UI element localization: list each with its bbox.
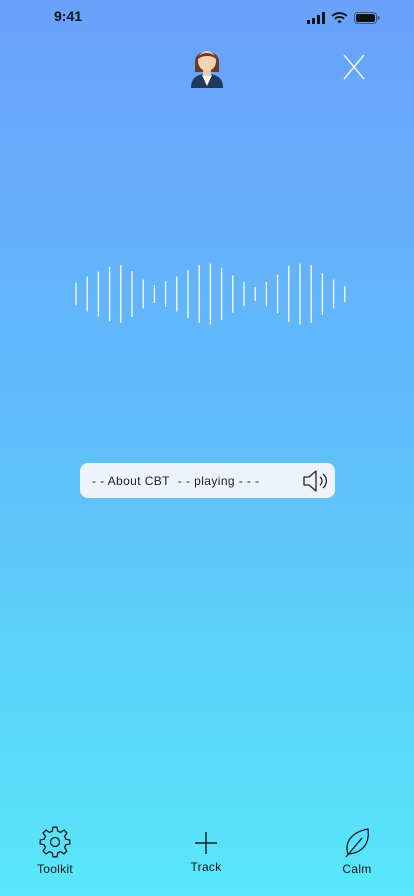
wifi-icon: [331, 12, 348, 24]
speaker-button[interactable]: [301, 466, 331, 496]
tab-toolkit[interactable]: Toolkit: [20, 826, 90, 892]
therapist-avatar-icon: [187, 42, 227, 90]
status-time: 9:41: [54, 8, 83, 24]
track-title: - - About CBT: [92, 473, 170, 488]
gear-icon: [39, 826, 71, 858]
tab-calm-label: Calm: [342, 862, 372, 876]
signal-icon: [307, 12, 325, 24]
audio-waveform: [75, 263, 346, 325]
status-icons: [307, 12, 380, 24]
battery-icon: [354, 12, 380, 24]
plus-icon: [195, 832, 217, 854]
leaf-icon: [345, 828, 369, 858]
status-bar: 9:41: [0, 0, 414, 40]
tab-track[interactable]: Track: [171, 826, 241, 892]
tab-track-label: Track: [190, 860, 222, 874]
tab-bar: Toolkit Track Calm: [0, 826, 414, 896]
close-button[interactable]: [340, 52, 368, 82]
now-playing-bar: - - About CBT - - playing - - -: [80, 463, 335, 498]
tab-toolkit-label: Toolkit: [36, 862, 74, 876]
playing-status: - - playing - - -: [177, 473, 260, 488]
speaker-icon: [303, 470, 327, 492]
close-icon: [343, 54, 365, 80]
tab-calm[interactable]: Calm: [322, 826, 392, 892]
